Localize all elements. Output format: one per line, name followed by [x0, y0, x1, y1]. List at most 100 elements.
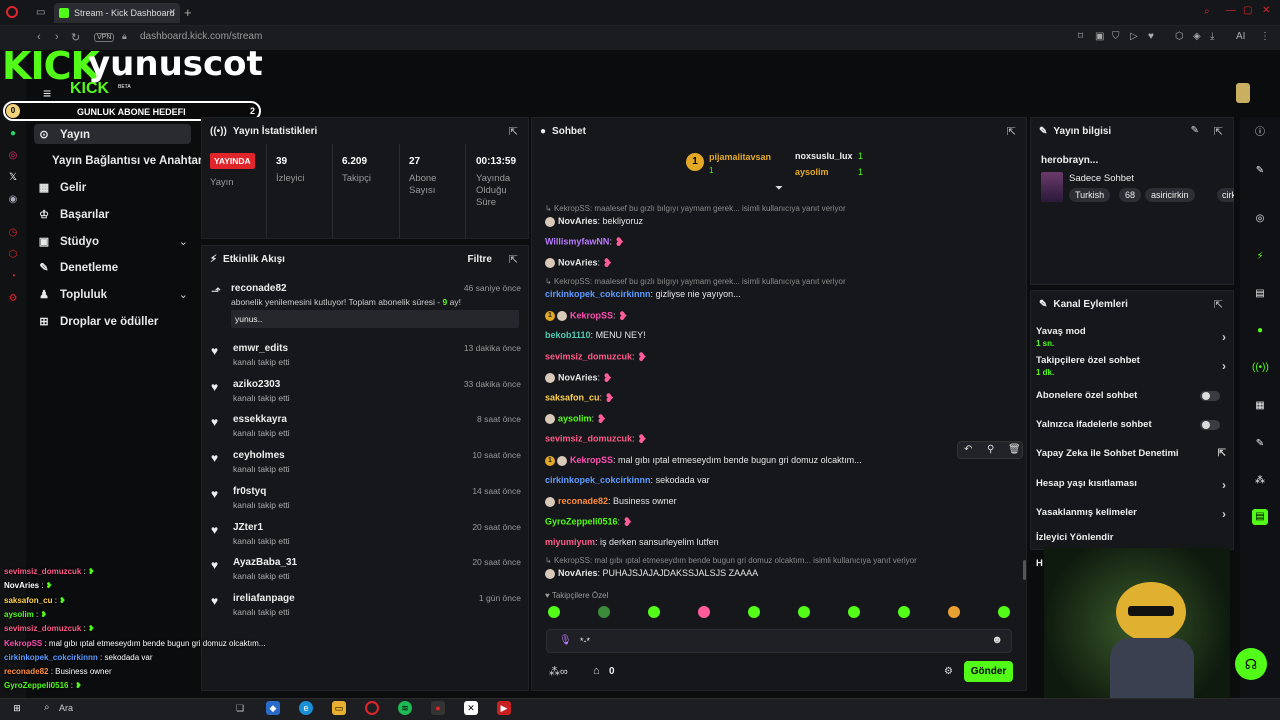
capture-icon[interactable]: ◎ — [1252, 211, 1268, 227]
settings-icon[interactable]: ⚙ — [6, 292, 20, 306]
nav-droplar[interactable]: ⊞ Droplar ve ödüller — [38, 315, 158, 329]
play-icon[interactable]: ▷ — [1130, 31, 1138, 42]
heart-icon[interactable]: ♥ — [1148, 31, 1154, 42]
event-user[interactable]: JZter1 — [233, 522, 263, 533]
clock-icon[interactable]: ◷ — [6, 226, 20, 240]
delete-icon[interactable]: 🗑︎ — [1008, 444, 1021, 455]
chat-message[interactable]: NovAries: ❥ — [545, 372, 617, 384]
chat-username[interactable]: NovAries — [558, 372, 598, 382]
chat-username[interactable]: KekropSS — [570, 455, 613, 465]
followers-chat-row[interactable]: Takipçilere özel sohbet 1 dk. › — [1036, 355, 1226, 377]
whatsapp-icon[interactable]: ● — [6, 127, 20, 141]
folder-icon[interactable]: ▭ — [332, 701, 346, 715]
event-user[interactable]: ireliafanpage — [233, 593, 295, 604]
chat-input[interactable]: 🎙︎ *-* ☻ — [546, 629, 1012, 653]
chat-input-value[interactable]: *-* — [580, 636, 590, 646]
chat-username[interactable]: WillismyfawNN — [545, 236, 609, 246]
chat-username[interactable]: NovAries — [558, 216, 598, 226]
emote-picker-icon[interactable] — [548, 606, 560, 618]
chat-message[interactable]: NovAries: PUHAJSJAJAJDAKSSJALSJS ZAAAA — [545, 568, 758, 579]
chat-message[interactable]: cirkinkopek_cokcirkinnn: gizliyse nie ya… — [545, 289, 741, 299]
mic-icon[interactable]: 🎙︎ — [559, 635, 572, 646]
x-icon[interactable]: 𝕏 — [6, 171, 20, 185]
chevron-down-icon[interactable]: ⌄ — [179, 288, 188, 301]
community-icon[interactable]: ⁂ — [1252, 473, 1268, 489]
taskbar-search[interactable]: Ara — [59, 703, 73, 713]
tag[interactable]: asiricirkin — [1145, 188, 1195, 202]
edge-icon[interactable]: e — [299, 701, 313, 715]
chat-message[interactable]: WillismyfawNN: ❥ — [545, 236, 628, 248]
slow-mode-row[interactable]: Yavaş mod 1 sn. › — [1036, 326, 1226, 348]
filter-button[interactable]: Filtre — [468, 254, 492, 265]
broadcast-icon[interactable]: ((•)) — [1252, 360, 1269, 376]
event-user[interactable]: emwr_edits — [233, 343, 288, 354]
history-icon[interactable]: ◔ — [6, 270, 20, 284]
info-icon[interactable]: ⓘ — [1252, 125, 1268, 141]
chat-message[interactable]: 1 KekropSS: mal gıbı ıptal etmeseydım ben… — [545, 455, 862, 466]
popout-icon[interactable]: ⇱ — [1214, 125, 1223, 138]
vpn-badge[interactable]: VPN — [94, 33, 115, 42]
hamburger-icon[interactable]: ≡ — [43, 85, 51, 101]
reply-icon[interactable]: ↶ — [964, 444, 972, 455]
popout-icon[interactable]: ⇱ — [509, 125, 518, 138]
chat-username[interactable]: sevimsiz_domuzcuk — [545, 351, 632, 361]
chat-username[interactable]: reconade82 — [558, 496, 608, 506]
chat-message[interactable]: miyumiyum: iş derken sansurleyelim lutfe… — [545, 537, 719, 547]
event-user[interactable]: aziko2303 — [233, 379, 280, 390]
close-tab-icon[interactable]: ✕ — [168, 7, 176, 18]
emote-picker-icon[interactable] — [598, 606, 610, 618]
chat-username[interactable]: cirkinkopek_cokcirkinnn — [545, 289, 651, 299]
pin-icon[interactable]: ⚲ — [987, 444, 994, 455]
popout-icon[interactable]: ⇱ — [1214, 298, 1223, 311]
chat-username[interactable]: KekropSS — [570, 310, 613, 320]
download-icon[interactable]: ⤓ — [1210, 31, 1214, 42]
url-field[interactable]: dashboard.kick.com/stream — [140, 31, 262, 42]
windows-start-icon[interactable]: ⊞ — [10, 701, 24, 715]
ai-button[interactable]: AI — [1236, 31, 1245, 42]
event-user[interactable]: reconade82 — [231, 283, 287, 294]
chat-message[interactable]: cirkinkopek_cokcirkinnn: sekodada var — [545, 475, 710, 485]
emote-picker-icon[interactable] — [798, 606, 810, 618]
emote-picker-icon[interactable] — [698, 606, 710, 618]
tag[interactable]: cirk — [1217, 188, 1234, 202]
search-icon[interactable]: ⌕ — [1204, 6, 1210, 17]
chat-message[interactable]: sevimsiz_domuzcuk: ❥ — [545, 351, 651, 363]
chat-username[interactable]: NovAries — [558, 568, 598, 578]
emote-picker-icon[interactable] — [998, 606, 1010, 618]
tag[interactable]: 68 — [1119, 188, 1142, 202]
cube-sidebar-icon[interactable]: ⬡ — [6, 248, 20, 262]
event-user[interactable]: ceyholmes — [233, 450, 285, 461]
emoji-icon[interactable]: ☻ — [991, 634, 1003, 646]
app2-icon[interactable]: ● — [431, 701, 445, 715]
chat-username[interactable]: saksafon_cu — [545, 392, 600, 402]
redirect-viewers-row[interactable]: İzleyici Yönlendir — [1036, 532, 1226, 543]
list-icon[interactable]: ▤ — [1252, 286, 1268, 302]
kick-dashboard-logo[interactable]: KICK — [70, 80, 109, 98]
maximize-icon[interactable]: ▢ — [1243, 5, 1252, 16]
tag[interactable]: Turkish — [1069, 188, 1111, 202]
category-name[interactable]: Sadece Sohbet — [1069, 173, 1134, 184]
shield-icon[interactable]: ⛉ — [1112, 31, 1120, 42]
event-user[interactable]: essekkayra — [233, 414, 287, 425]
popout-icon[interactable]: ⇱ — [1007, 125, 1016, 138]
nav-gelir[interactable]: ▦ Gelir — [38, 181, 86, 195]
chat-message[interactable]: NovAries: ❥ — [545, 257, 617, 269]
gifter-name[interactable]: aysolim — [795, 167, 829, 177]
chat-settings-icon[interactable]: ⚙ — [944, 666, 953, 677]
event-user[interactable]: fr0styq — [233, 486, 266, 497]
app3-icon[interactable]: ✕ — [464, 701, 478, 715]
emote-picker-icon[interactable] — [848, 606, 860, 618]
instagram-icon[interactable]: ◎ — [6, 149, 20, 163]
opera-taskbar-icon[interactable] — [365, 701, 379, 715]
nav-studyo[interactable]: ▣ Stüdyo — [38, 235, 198, 249]
top-gifter-name[interactable]: pijamalitavsan — [709, 152, 771, 162]
chat-username[interactable]: NovAries — [558, 257, 598, 267]
nav-denetleme[interactable]: ✎ Denetleme — [38, 261, 118, 275]
points-icon[interactable]: ⌂ — [593, 665, 600, 677]
chat-username[interactable]: miyumiyum — [545, 537, 595, 547]
spotify-icon[interactable]: ≋ — [398, 701, 412, 715]
bolt-icon[interactable]: ⚡︎ — [1252, 249, 1268, 265]
layout-icon[interactable]: ▦ — [1252, 398, 1268, 414]
emote-picker-icon[interactable] — [748, 606, 760, 618]
emote-picker-icon[interactable] — [898, 606, 910, 618]
